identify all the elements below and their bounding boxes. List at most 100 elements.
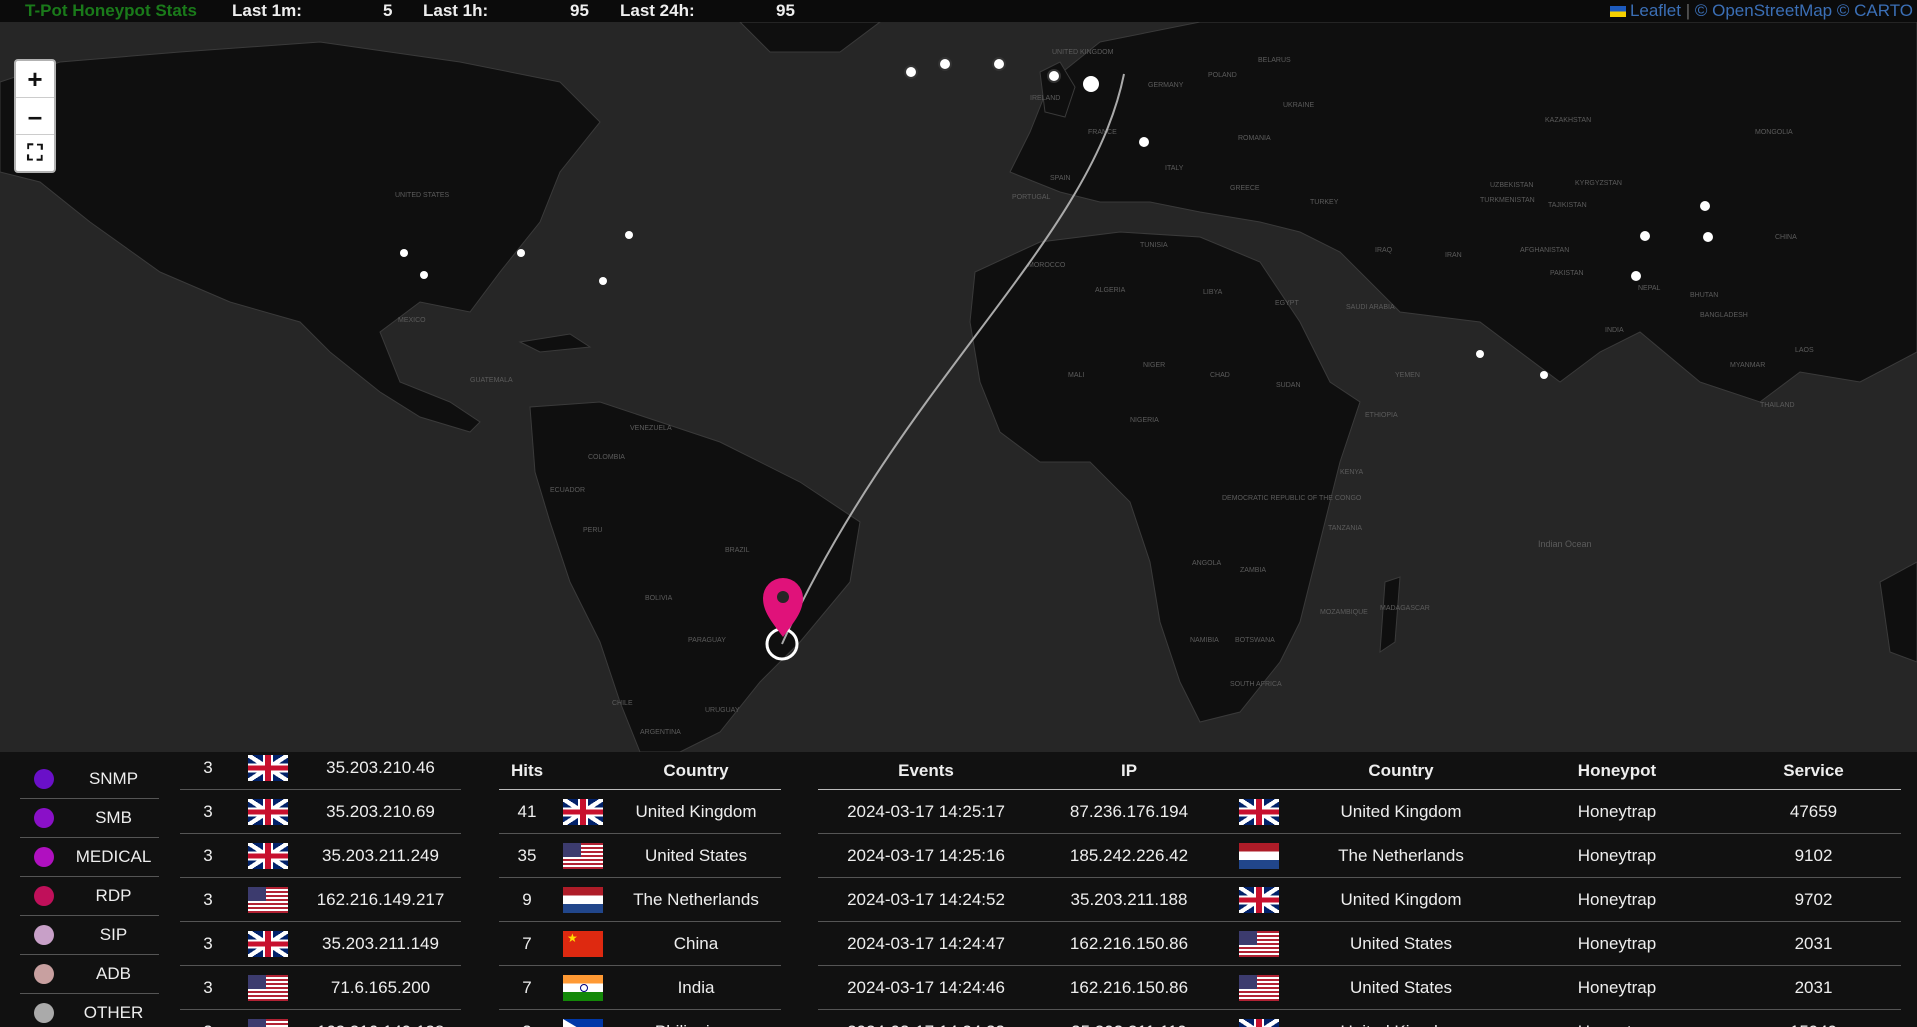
protocol-name: RDP — [68, 876, 159, 916]
table-row[interactable]: 2024-03-17 14:24:52 35.203.211.188 United … — [818, 877, 1901, 922]
attack-point[interactable] — [904, 65, 918, 79]
country-cell: Philippines — [611, 1009, 781, 1027]
zoom-in-button[interactable]: + — [16, 61, 54, 98]
zoom-out-button[interactable]: – — [16, 98, 54, 135]
in-flag-icon — [563, 974, 603, 1001]
honeypot-cell: Honeytrap — [1508, 1009, 1726, 1027]
label-colombia: COLOMBIA — [588, 454, 625, 461]
event-time-cell: 2024-03-17 14:24:52 — [818, 877, 1034, 922]
table-row[interactable]: 3 Philippines — [499, 1009, 781, 1027]
label-brazil: BRAZIL — [725, 547, 750, 554]
table-row[interactable]: 2024-03-17 14:24:46 162.216.150.86 United … — [818, 965, 1901, 1010]
label-mozambique: MOZAMBIQUE — [1320, 609, 1368, 616]
legend-item[interactable]: SMB — [20, 798, 159, 838]
legend-item[interactable]: RDP — [20, 876, 159, 916]
flag-header — [555, 752, 611, 790]
label-turkey: TURKEY — [1310, 199, 1339, 206]
country-cell: The Netherlands — [611, 877, 781, 922]
hits-header[interactable]: Hits — [499, 752, 555, 790]
label-laos: LAOS — [1795, 347, 1814, 354]
legend-item[interactable]: OTHER — [20, 993, 159, 1027]
service-header[interactable]: Service — [1726, 752, 1901, 790]
table-row[interactable]: 2024-03-17 14:24:47 162.216.150.86 United … — [818, 921, 1901, 966]
fullscreen-button[interactable]: ⛶ — [16, 135, 54, 171]
attack-point[interactable] — [1047, 69, 1061, 83]
table-row[interactable]: 3 35.203.211.249 — [180, 833, 461, 878]
label-ecuador: ECUADOR — [550, 487, 585, 494]
table-row[interactable]: 3 162.216.149.217 — [180, 877, 461, 922]
leaflet-link[interactable]: Leaflet — [1630, 1, 1681, 20]
ip-cell: 35.203.211.188 — [1034, 877, 1224, 922]
legend-item[interactable]: SNMP — [20, 760, 159, 799]
country-header[interactable]: Country — [1294, 752, 1508, 790]
table-row[interactable]: 2024-03-17 14:24:3335.203.211.119 United … — [818, 1009, 1901, 1027]
events-header[interactable]: Events — [818, 752, 1034, 790]
table-row[interactable]: 2024-03-17 14:25:17 87.236.176.194 United … — [818, 789, 1901, 834]
attack-point[interactable] — [1631, 271, 1641, 281]
country-cell: India — [611, 965, 781, 1010]
flag-cell — [555, 833, 611, 878]
table-row[interactable]: 3 35.203.210.69 — [180, 789, 461, 834]
attack-point[interactable] — [1476, 350, 1484, 358]
attack-map[interactable]: UNITED STATES MEXICO GUATEMALA VENEZUELA… — [0, 22, 1917, 752]
attack-point[interactable] — [400, 249, 408, 257]
attack-point[interactable] — [1700, 201, 1710, 211]
attack-point[interactable] — [625, 231, 633, 239]
africa-shape — [969, 231, 1361, 723]
country-cell: United Kingdom — [1294, 1009, 1508, 1027]
table-row[interactable]: 41 United Kingdom — [499, 789, 781, 834]
label-ukraine: UKRAINE — [1283, 102, 1314, 109]
table-row[interactable]: 3 71.6.165.200 — [180, 965, 461, 1010]
attack-point[interactable] — [1139, 137, 1149, 147]
label-nigeria: NIGERIA — [1130, 417, 1159, 424]
last-1m-label: Last 1m: — [232, 1, 302, 20]
label-venezuela: VENEZUELA — [630, 425, 672, 432]
table-row[interactable]: 35 United States — [499, 833, 781, 878]
label-ireland: IRELAND — [1030, 95, 1060, 102]
label-niger: NIGER — [1143, 362, 1165, 369]
label-tunisia: TUNISIA — [1140, 242, 1168, 249]
attack-point[interactable] — [938, 57, 952, 71]
label-egypt: EGYPT — [1275, 300, 1299, 307]
table-row[interactable]: 3 35.203.210.46 — [180, 752, 461, 790]
table-row[interactable]: 3 35.203.211.149 — [180, 921, 461, 966]
legend-item[interactable]: ADB — [20, 954, 159, 994]
label-belarus: BELARUS — [1258, 57, 1291, 64]
table-row[interactable]: 2024-03-17 14:25:16 185.242.226.42 The Net… — [818, 833, 1901, 878]
ip-header[interactable]: IP — [1034, 752, 1224, 790]
table-row[interactable]: 7 China — [499, 921, 781, 966]
hits-cell: 7 — [499, 921, 555, 966]
legend-item[interactable]: MEDICAL — [20, 837, 159, 877]
attack-point[interactable] — [517, 249, 525, 257]
greenland-shape — [739, 22, 881, 53]
attack-point[interactable] — [599, 277, 607, 285]
attack-point[interactable] — [420, 271, 428, 279]
service-cell: 2031 — [1726, 921, 1901, 966]
nl-flag-icon — [563, 886, 603, 913]
protocol-color-dot — [34, 1003, 54, 1024]
table-row[interactable]: 3 162.216.149.128 — [180, 1009, 461, 1027]
attack-point[interactable] — [1703, 232, 1713, 242]
country-cell: United States — [1294, 965, 1508, 1010]
service-cell: 2031 — [1726, 965, 1901, 1010]
label-kazakhstan: KAZAKHSTAN — [1545, 117, 1591, 124]
table-row[interactable]: 9 The Netherlands — [499, 877, 781, 922]
country-header[interactable]: Country — [611, 752, 781, 790]
attack-point[interactable] — [992, 57, 1006, 71]
madagascar-shape — [1379, 576, 1401, 653]
legend-item[interactable]: SIP — [20, 915, 159, 955]
label-yemen: YEMEN — [1395, 372, 1420, 379]
osm-carto-link[interactable]: © OpenStreetMap © CARTO — [1695, 1, 1913, 20]
attack-point[interactable] — [1640, 231, 1650, 241]
honeypot-header[interactable]: Honeypot — [1508, 752, 1726, 790]
protocol-name: ADB — [68, 954, 159, 994]
hits-cell: 3 — [180, 789, 236, 834]
flag-cell — [555, 789, 611, 834]
label-angola: ANGOLA — [1192, 560, 1222, 567]
flag-cell — [236, 752, 300, 790]
attack-point[interactable] — [1083, 76, 1099, 92]
table-row[interactable]: 7 India — [499, 965, 781, 1010]
attack-point[interactable] — [1540, 371, 1548, 379]
label-paraguay: PARAGUAY — [688, 637, 726, 644]
label-iraq: IRAQ — [1375, 247, 1393, 254]
